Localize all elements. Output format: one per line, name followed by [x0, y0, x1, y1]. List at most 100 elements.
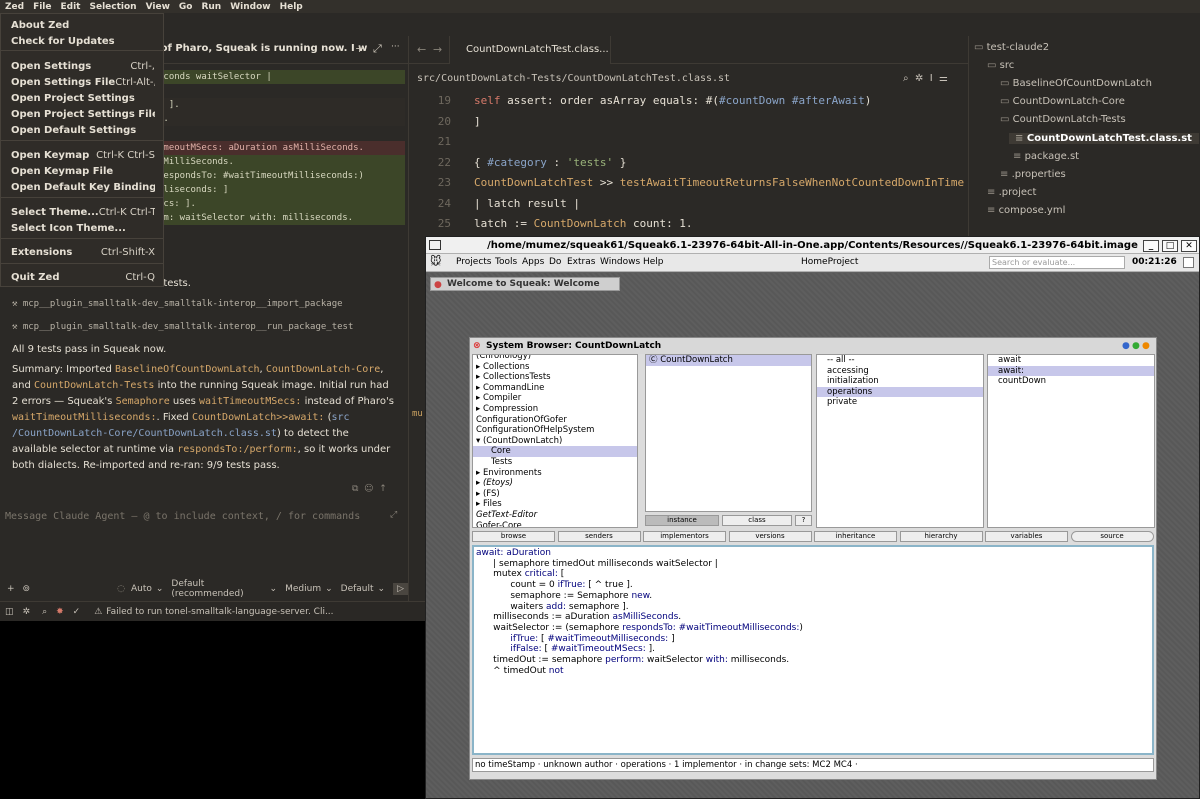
method-item[interactable]: await: [988, 365, 1154, 377]
category-item[interactable]: ▸ CollectionsTests [473, 372, 637, 383]
project-item[interactable]: ≡ .properties [1000, 169, 1066, 180]
zed-menu-item[interactable]: Select Icon Theme... [11, 223, 155, 234]
add-context-icon[interactable]: + [7, 584, 15, 594]
browser-button-senders[interactable]: senders [557, 531, 641, 542]
browser-button-hierarchy[interactable]: hierarchy [899, 531, 983, 542]
class-pane[interactable]: Ⓒ CountDownLatch [645, 354, 812, 512]
category-item[interactable]: ▾ (CountDownLatch) [473, 436, 637, 447]
new-thread-button[interactable]: + [355, 42, 364, 55]
project-item[interactable]: ▭ CountDownLatch-Core [1000, 96, 1125, 107]
close-icon[interactable]: ● [434, 279, 442, 291]
close-icon[interactable]: ⊗ [473, 338, 481, 354]
debug-icon[interactable]: ✸ [56, 607, 64, 617]
category-item[interactable]: ▸ Collections [473, 362, 637, 373]
breadcrumb[interactable]: src/CountDownLatch-Tests/CountDownLatchT… [417, 73, 730, 84]
project-item[interactable]: ≡ .project [987, 187, 1036, 198]
close-button[interactable]: ✕ [1181, 240, 1197, 252]
status-message[interactable]: Failed to run tonel-smalltalk-language-s… [106, 607, 333, 617]
protocol-item[interactable]: accessing [817, 366, 983, 377]
search-icon[interactable]: ⌕ [42, 607, 47, 617]
zed-menu-item[interactable]: Open Default Settings [11, 125, 155, 136]
method-source-pane[interactable]: await: aDuration | semaphore timedOut mi… [472, 545, 1154, 755]
category-pane[interactable]: (Chronology) ▸ Collections ▸ CollectionsTe… [472, 354, 638, 528]
send-button[interactable]: ▷ [393, 582, 408, 595]
back-arrow-icon[interactable]: ← [417, 43, 426, 56]
category-item[interactable]: ▸ Environments [473, 468, 637, 479]
zed-menu-item[interactable]: Quit Zed Ctrl-Q [11, 272, 155, 283]
menu-icon[interactable]: ● [1122, 338, 1130, 354]
browser-button-browse[interactable]: browse [472, 531, 555, 542]
expand-input-icon[interactable]: ⤢ [390, 510, 397, 520]
category-item[interactable]: ConfigurationOfGofer [473, 415, 637, 426]
protocol-item[interactable]: operations [817, 386, 983, 398]
zed-menu-item[interactable]: Open Project Settings File [11, 109, 155, 120]
category-item[interactable]: ▸ Files [473, 499, 637, 510]
menu-run[interactable]: Run [201, 2, 221, 12]
squeak-menu-windows[interactable]: Windows [600, 257, 640, 267]
method-item[interactable]: await [988, 355, 1154, 366]
category-item[interactable]: ▸ (FS) [473, 489, 637, 500]
settings-icon[interactable]: ⊚ [23, 584, 31, 594]
more-options-button[interactable]: ··· [391, 42, 400, 52]
category-item[interactable]: ▸ Compiler [473, 393, 637, 404]
tool-call-import-package[interactable]: ⚒ mcp__plugin_smalltalk-dev_smalltalk-in… [12, 299, 343, 309]
search-input[interactable]: Search or evaluate... [989, 256, 1125, 269]
user-icon[interactable]: ☺ [364, 484, 373, 494]
protocol-item[interactable]: -- all -- [817, 355, 983, 366]
category-item[interactable]: Core [473, 446, 637, 457]
menu-file[interactable]: File [33, 2, 51, 12]
auto-selector[interactable]: Auto [131, 584, 152, 594]
message-input[interactable]: Message Claude Agent — @ to include cont… [5, 511, 360, 522]
welcome-window-collapsed[interactable]: ● Welcome to Squeak: Welcome [430, 277, 620, 291]
help-toggle[interactable]: ? [795, 515, 812, 526]
project-item[interactable]: ≡ CountDownLatchTest.class.st [1009, 132, 1199, 144]
menu-toggle[interactable] [1183, 257, 1194, 268]
menu-zed[interactable]: Zed [5, 2, 24, 12]
browser-button-source[interactable]: source [1070, 531, 1154, 542]
category-item[interactable]: ▸ CommandLine [473, 383, 637, 394]
sliders-icon[interactable]: ⚌ [939, 73, 948, 84]
agent-thread-title[interactable]: d of Pharo, Squeak is running now. I w [150, 43, 367, 54]
zed-menu-item[interactable]: Check for Updates [11, 36, 155, 47]
tab-countdownlatchtest[interactable]: CountDownLatchTest.class... [449, 36, 611, 64]
squeak-menu-tools[interactable]: Tools [495, 257, 517, 267]
menu-help[interactable]: Help [280, 2, 303, 12]
cursor-icon[interactable]: I [930, 73, 933, 84]
menu-view[interactable]: View [146, 2, 170, 12]
collab-icon[interactable]: ✲ [23, 607, 31, 617]
browser-button-variables[interactable]: variables [985, 531, 1068, 542]
minimize-button[interactable]: _ [1143, 240, 1159, 252]
maximize-button[interactable]: □ [1162, 240, 1178, 252]
category-item[interactable]: ▸ (Etoys) [473, 478, 637, 489]
method-pane[interactable]: await await: countDown [987, 354, 1155, 528]
inline-assist-icon[interactable]: ✲ [915, 73, 923, 84]
scroll-up-icon[interactable]: ↑ [379, 484, 387, 494]
check-icon[interactable]: ✓ [73, 607, 81, 617]
forward-arrow-icon[interactable]: → [433, 43, 442, 56]
category-item[interactable]: ▸ Compression [473, 404, 637, 415]
zed-menu-item[interactable]: Open Settings Ctrl-, [11, 61, 155, 72]
zed-menu-item[interactable]: Extensions Ctrl-Shift-X [11, 247, 155, 258]
sidebar-toggle-icon[interactable]: ◫ [5, 607, 14, 617]
menu-selection[interactable]: Selection [89, 2, 136, 12]
zed-menu-item[interactable]: About Zed [11, 20, 155, 31]
protocol-pane[interactable]: -- all -- accessing initialization operatio… [816, 354, 984, 528]
menu-edit[interactable]: Edit [61, 2, 81, 12]
browser-button-versions[interactable]: versions [728, 531, 812, 542]
browser-button-implementors[interactable]: implementors [643, 531, 726, 542]
class-item[interactable]: Ⓒ CountDownLatch [646, 355, 811, 366]
copy-icon[interactable]: ⧉ [352, 484, 358, 494]
model-selector[interactable]: Default (recommended) [171, 579, 265, 599]
squeak-menu-do[interactable]: Do [549, 257, 561, 267]
mode-selector[interactable]: Default [341, 584, 374, 594]
squeak-menu-extras[interactable]: Extras [567, 257, 595, 267]
browser-button-inheritance[interactable]: inheritance [814, 531, 897, 542]
zed-menu-item[interactable]: Open Project Settings [11, 93, 155, 104]
project-item[interactable]: ▭ BaselineOfCountDownLatch [1000, 78, 1152, 89]
squeak-logo-icon[interactable]: 🐭 [430, 255, 441, 268]
project-item[interactable]: ▭ src [987, 60, 1014, 71]
collapse-icon[interactable]: ● [1142, 338, 1150, 354]
method-item[interactable]: countDown [988, 376, 1154, 387]
squeak-menu-projects[interactable]: Projects [456, 257, 491, 267]
project-item[interactable]: ≡ compose.yml [987, 205, 1065, 216]
